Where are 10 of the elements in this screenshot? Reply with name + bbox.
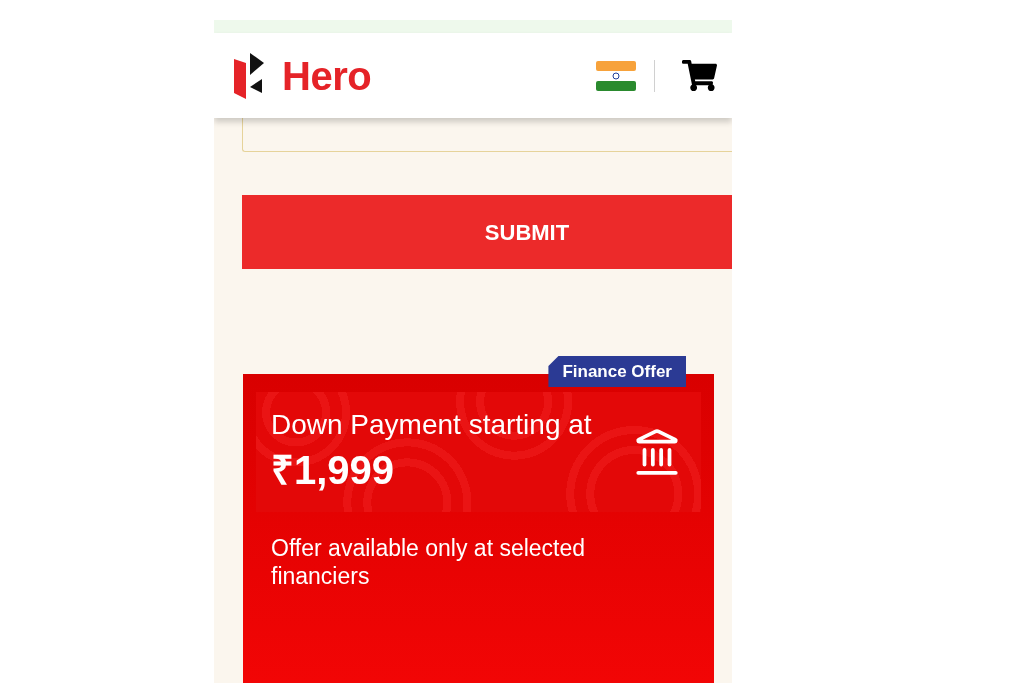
cart-icon[interactable] [682,59,717,92]
offer-badge: Finance Offer [548,356,686,387]
offer-note: Offer available only at selected financiers [271,534,587,590]
logo-icon [234,52,266,99]
flag-icon[interactable] [596,60,636,91]
offer-amount: ₹1,999 [271,447,396,494]
brand-name[interactable]: Hero [282,55,372,96]
input-field[interactable] [242,118,732,152]
offer-heading: Down Payment starting at [271,409,592,441]
submit-button[interactable]: SUBMIT [242,195,732,269]
